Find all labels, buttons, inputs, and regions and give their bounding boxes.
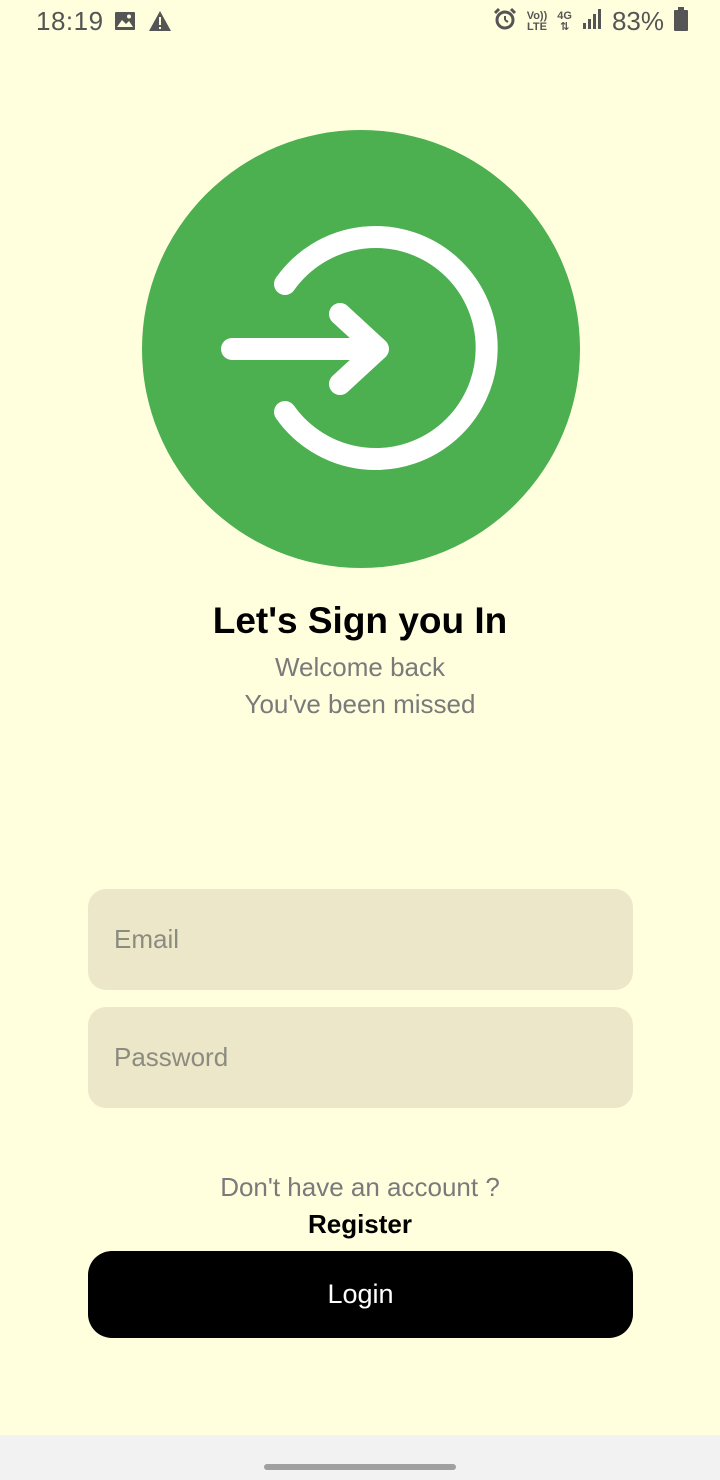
home-gesture-handle[interactable] bbox=[264, 1464, 456, 1470]
status-time: 18:19 bbox=[36, 6, 104, 36]
subtitle-welcome: Welcome back bbox=[274, 652, 446, 682]
page-title: Let's Sign you In bbox=[212, 600, 508, 641]
subtitle-missed: You've been missed bbox=[244, 689, 476, 719]
status-left-icons bbox=[114, 10, 172, 37]
network-indicator: 4G ⇅ bbox=[557, 9, 572, 33]
battery-icon bbox=[674, 7, 688, 36]
login-icon bbox=[221, 226, 498, 470]
no-account-text: Don't have an account ? bbox=[220, 1172, 500, 1202]
warning-icon bbox=[148, 10, 172, 37]
alarm-icon bbox=[493, 7, 517, 36]
hero-circle bbox=[142, 130, 580, 568]
navigation-bar bbox=[0, 1435, 720, 1480]
volte-indicator: Vo)) LTE bbox=[526, 9, 548, 33]
register-link[interactable]: Register bbox=[0, 1209, 720, 1240]
signal-icon bbox=[582, 8, 602, 35]
battery-percent: 83% bbox=[611, 6, 664, 36]
password-field[interactable] bbox=[88, 1007, 633, 1108]
status-right-icons: Vo)) LTE 4G ⇅ 83% bbox=[493, 6, 688, 37]
email-field[interactable] bbox=[88, 889, 633, 990]
login-button[interactable]: Login bbox=[88, 1251, 633, 1338]
status-bar: 18:19 Vo)) LTE 4G ⇅ 83% bbox=[0, 0, 720, 44]
login-screen: 18:19 Vo)) LTE 4G ⇅ 83% Let's Sign you I… bbox=[0, 0, 720, 1480]
image-icon bbox=[114, 10, 136, 37]
